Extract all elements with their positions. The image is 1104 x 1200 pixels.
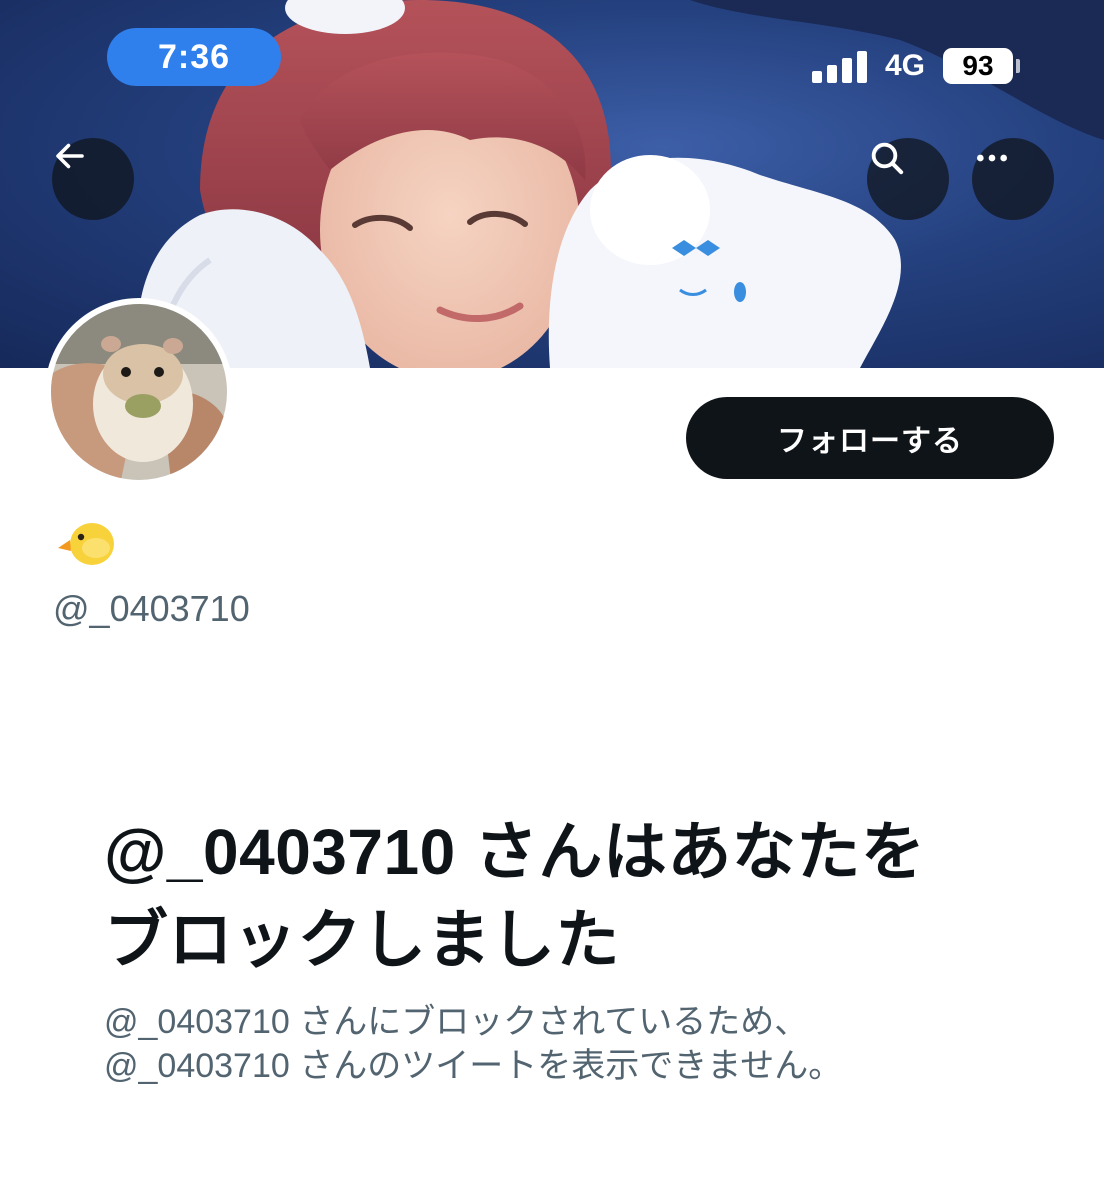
- signal-strength-icon: [811, 49, 867, 83]
- blocked-description: @_0403710 さんにブロックされているため、 @_0403710 さんのツ…: [104, 1000, 1004, 1088]
- blocked-description-line1: @_0403710 さんにブロックされているため、: [104, 1003, 809, 1041]
- status-time: 7:36: [107, 28, 281, 86]
- profile-handle: @_0403710: [53, 588, 250, 629]
- blocked-description-line2: @_0403710 さんのツイートを表示できません。: [104, 1047, 843, 1085]
- arrow-left-icon: [56, 143, 84, 169]
- more-horizontal-icon: [977, 154, 1007, 162]
- search-icon: [871, 142, 904, 175]
- search-button[interactable]: [867, 138, 949, 220]
- display-name: [54, 518, 118, 568]
- follow-button[interactable]: フォローする: [686, 397, 1054, 479]
- blocked-title: @_0403710 さんはあなたをブロックしました: [104, 816, 926, 976]
- baby-chick-emoji-icon: [58, 523, 114, 565]
- profile-avatar[interactable]: [45, 298, 233, 486]
- back-button[interactable]: [52, 138, 134, 220]
- network-type: 4G: [884, 49, 925, 82]
- avatar-image: [51, 304, 227, 480]
- battery-level: 93: [943, 48, 1013, 84]
- battery-icon: [1016, 59, 1020, 73]
- status-indicators: 4G 93: [811, 42, 1020, 90]
- more-options-button[interactable]: [972, 138, 1054, 220]
